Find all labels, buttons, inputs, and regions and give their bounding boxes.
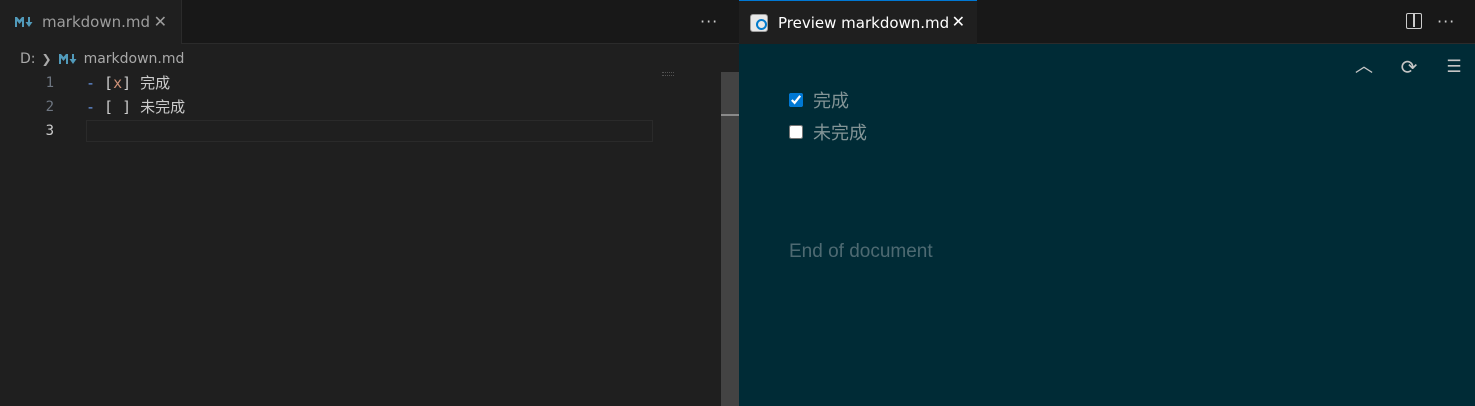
- breadcrumb-file[interactable]: markdown.md: [84, 51, 185, 67]
- tab-markdown-md[interactable]: markdown.md ✕: [0, 0, 182, 44]
- chevron-right-icon: ❯: [41, 52, 52, 66]
- scrollbar-thumb[interactable]: [721, 114, 739, 116]
- refresh-icon[interactable]: ⟳: [1397, 54, 1421, 80]
- bracket-close: ]: [122, 98, 132, 116]
- split-editor-icon[interactable]: [1406, 13, 1422, 29]
- line-number: 2: [45, 99, 54, 115]
- chevron-up-icon[interactable]: ︿: [1352, 54, 1376, 80]
- current-line-highlight: [86, 120, 653, 142]
- tab-label: markdown.md: [42, 13, 151, 31]
- task-text: 未完成: [131, 98, 186, 116]
- task-mark: [113, 98, 122, 116]
- task-text: 完成: [131, 74, 171, 92]
- close-icon[interactable]: ✕: [154, 12, 167, 31]
- task-checkbox[interactable]: [789, 125, 803, 139]
- close-icon[interactable]: ✕: [952, 12, 965, 31]
- preview-tab-bar: Preview markdown.md ✕ ···: [739, 0, 1475, 44]
- bracket-open: [: [95, 98, 114, 116]
- preview-toolbar: ︿ ⟳ ☰: [739, 54, 1475, 80]
- editor-line[interactable]: 2 - [ ] 未完成: [0, 95, 655, 119]
- minimap[interactable]: [662, 72, 674, 76]
- line-content: - [x] 完成: [86, 71, 170, 95]
- end-of-document: End of document: [789, 241, 933, 262]
- editor-line-current[interactable]: 3: [0, 119, 655, 143]
- bracket-close: ]: [122, 74, 132, 92]
- task-label: 完成: [813, 91, 849, 112]
- editor-line[interactable]: 1 - [x] 完成: [0, 71, 655, 95]
- code-editor[interactable]: 1 - [x] 完成 2 - [ ] 未完成 3: [0, 70, 722, 406]
- editor-group-left: markdown.md ✕ ··· D: ❯ markdown.md 1 - […: [0, 0, 739, 406]
- more-actions-icon[interactable]: ···: [1437, 12, 1455, 31]
- preview-icon: [750, 13, 768, 32]
- task-mark: x: [113, 74, 123, 92]
- bracket-open: [: [95, 74, 114, 92]
- editor-tab-bar: markdown.md ✕ ···: [0, 0, 739, 44]
- task-item: 完成: [789, 88, 849, 112]
- line-number: 1: [45, 75, 54, 91]
- breadcrumb-drive[interactable]: D:: [20, 51, 36, 67]
- markdown-icon: [58, 54, 77, 64]
- list-dash: -: [86, 98, 96, 116]
- task-label: 未完成: [813, 123, 867, 144]
- more-actions-icon[interactable]: ···: [700, 12, 718, 31]
- line-content: - [ ] 未完成: [86, 95, 185, 119]
- outline-list-icon[interactable]: ☰: [1442, 54, 1466, 80]
- breadcrumb: D: ❯ markdown.md: [20, 49, 184, 69]
- list-dash: -: [86, 74, 96, 92]
- task-item: 未完成: [789, 120, 867, 144]
- markdown-icon: [15, 17, 33, 27]
- task-checkbox[interactable]: [789, 93, 803, 107]
- editor-group-preview: Preview markdown.md ✕ ··· ︿ ⟳ ☰ 完成 未完成 E…: [739, 0, 1475, 406]
- tab-preview-markdown-md[interactable]: Preview markdown.md ✕: [739, 0, 977, 44]
- tab-label: Preview markdown.md: [778, 13, 950, 32]
- vertical-scrollbar[interactable]: [721, 72, 739, 406]
- line-number: 3: [45, 123, 54, 139]
